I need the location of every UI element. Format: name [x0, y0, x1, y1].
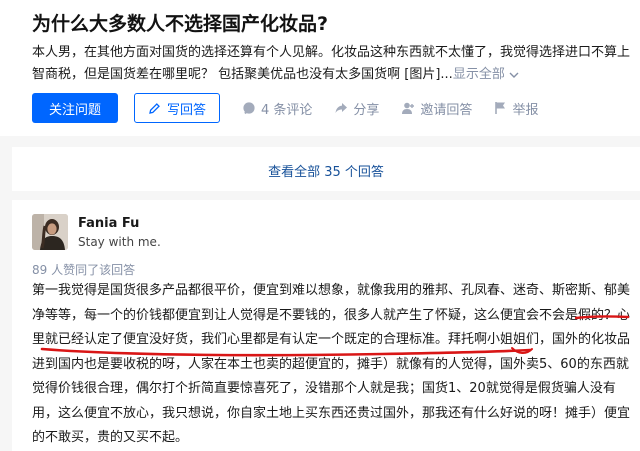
comments-button[interactable]: 4 条评论: [242, 99, 312, 118]
answer-card: Fania Fu Stay with me. 89 人赞同了该回答 第一我觉得是…: [12, 200, 640, 451]
share-button[interactable]: 分享: [334, 99, 379, 118]
flag-icon: [495, 102, 506, 114]
author-name[interactable]: Fania Fu: [78, 216, 139, 231]
question-description: 本人男，在其他方面对国货的选择还算有个人见解。化妆品这种东西就不太懂了，我觉得选…: [32, 42, 632, 86]
view-all-answers-link[interactable]: 查看全部 35 个回答: [12, 161, 640, 180]
question-title: 为什么大多数人不选择国产化妆品?: [32, 13, 329, 35]
answer-body: 第一我觉得是国货很多产品都很平价，便宜到难以想象，就像我用的雅邦、孔凤春、迷奇、…: [32, 279, 632, 451]
pencil-icon: [149, 102, 160, 114]
write-answer-button[interactable]: 写回答: [134, 93, 220, 123]
invite-answer-label: 邀请回答: [420, 102, 473, 118]
question-description-text: 本人男，在其他方面对国货的选择还算有个人见解。化妆品这种东西就不太懂了，我觉得选…: [32, 45, 631, 82]
write-answer-label: 写回答: [166, 102, 206, 118]
view-all-card: 查看全部 35 个回答: [12, 147, 640, 191]
avatar-photo: [32, 214, 68, 250]
question-actions: 关注问题 写回答 4 条评论 分享 邀请回答 举报: [32, 93, 538, 123]
question-header: 为什么大多数人不选择国产化妆品? 本人男，在其他方面对国货的选择还算有个人见解。…: [0, 0, 640, 136]
vote-count: 89 人赞同了该回答: [32, 263, 136, 277]
invite-answer-button[interactable]: 邀请回答: [401, 99, 472, 118]
report-button[interactable]: 举报: [494, 99, 538, 118]
report-label: 举报: [512, 102, 539, 118]
show-all-link[interactable]: 显示全部: [453, 67, 519, 82]
share-icon: [335, 103, 348, 113]
author-signature: Stay with me.: [78, 235, 161, 249]
share-label: 分享: [353, 102, 380, 118]
chevron-down-icon: [509, 72, 519, 78]
invite-user-icon: [402, 102, 415, 114]
follow-question-button[interactable]: 关注问题: [32, 93, 118, 123]
author-avatar[interactable]: [32, 214, 68, 250]
comments-label: 4 条评论: [261, 102, 313, 118]
show-all-label: 显示全部: [452, 67, 505, 82]
comment-icon: [243, 102, 255, 115]
